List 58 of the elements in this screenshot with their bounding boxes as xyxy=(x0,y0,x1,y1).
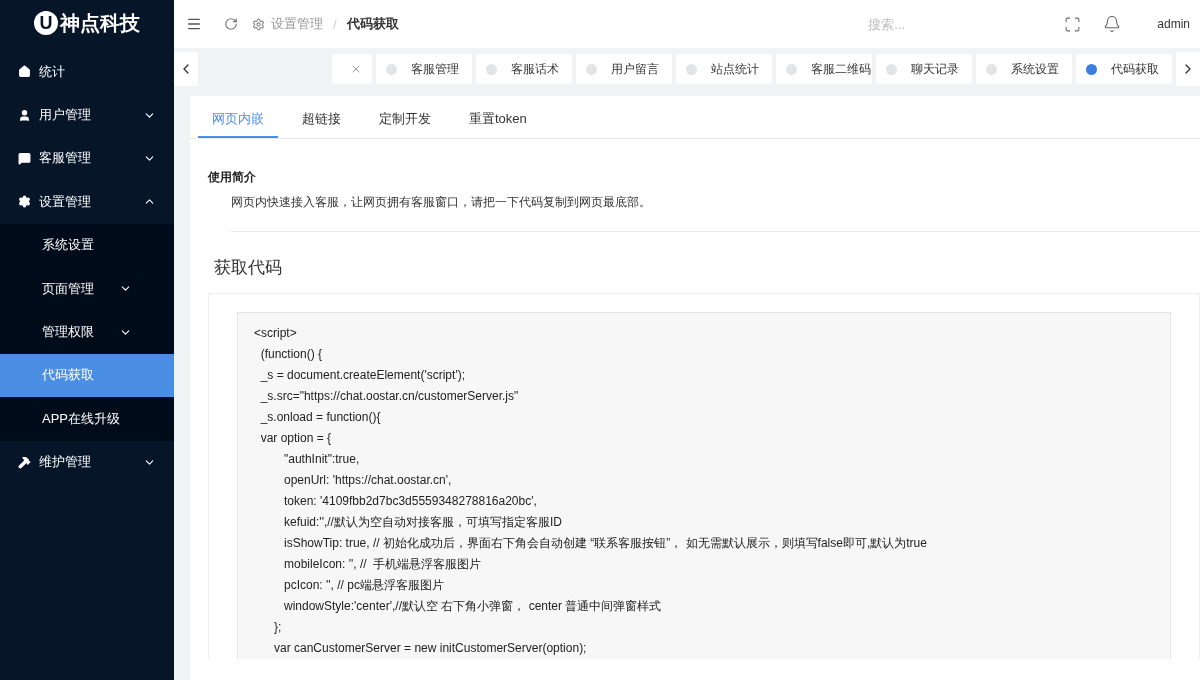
page-tab[interactable]: 站点统计 xyxy=(676,54,772,84)
code-line: <script> xyxy=(254,325,298,342)
sidebar-subitem[interactable]: 系统设置 xyxy=(0,223,174,267)
breadcrumb-item: 代码获取 xyxy=(346,15,399,33)
sidebar-subitem[interactable]: APP在线升级 xyxy=(0,397,174,441)
logo-mark: U xyxy=(34,11,58,35)
sidebar-subitem[interactable]: 管理权限 xyxy=(0,310,174,354)
sidebar-item[interactable]: 客服管理 xyxy=(0,136,174,181)
code-line: pcIcon: '', // pc端悬浮客服图片 xyxy=(283,577,445,594)
code-line: var canCustomerServer = new initCustomerServer(option); xyxy=(273,640,588,657)
hammer-icon xyxy=(18,455,31,469)
user-icon xyxy=(18,108,31,122)
code-line: var option = { xyxy=(259,430,333,447)
sidebar-item[interactable]: 统计 xyxy=(0,50,174,94)
code-line: (function() { xyxy=(259,346,324,363)
content-tab[interactable]: 超链接 xyxy=(288,102,355,138)
scroll-left-button[interactable] xyxy=(174,52,198,86)
code-line: isShowTip: true, // 初始化成功后，界面右下角会自动创建 “联系客服按钮”， 如无需默认展示，则填写false即可,默认为true xyxy=(283,535,928,552)
page-tab[interactable]: 代码获取 xyxy=(1076,54,1172,84)
page-tab[interactable]: 客服话术 xyxy=(476,54,572,84)
gear-icon xyxy=(18,195,31,209)
content-tab[interactable]: 网页内嵌 xyxy=(198,102,278,138)
page-tab[interactable]: 聊天记录 xyxy=(876,54,972,84)
intro-title: 使用简介 xyxy=(208,169,257,186)
sidebar-item[interactable]: 用户管理 xyxy=(0,93,174,137)
home-icon xyxy=(18,65,31,79)
sidebar-item[interactable]: 维护管理 xyxy=(0,440,174,484)
code-line: _s.src="https://chat.oostar.cn/customerServer.js" xyxy=(259,388,520,405)
close-icon[interactable] xyxy=(350,63,362,75)
code-line: windowStyle:'center',//默认空 右下角小弹窗， center 普通中间弹窗样式 xyxy=(283,598,663,615)
sidebar-subitem[interactable]: 页面管理 xyxy=(0,266,174,311)
page-tab[interactable]: 客服二维码 xyxy=(776,54,872,84)
user-name[interactable]: admin xyxy=(1157,17,1190,31)
page-tab[interactable]: 客服管理 xyxy=(376,54,472,84)
bell-icon[interactable] xyxy=(1103,15,1122,33)
content-tab[interactable]: 定制开发 xyxy=(365,102,445,138)
refresh-icon[interactable] xyxy=(224,17,238,31)
page-tab[interactable]: 系统设置 xyxy=(976,54,1072,84)
code-line: }; xyxy=(273,619,283,636)
intro-text: 网页内快速接入客服，让网页拥有客服窗口，请把一下代码复制到网页最底部。 xyxy=(231,194,1200,232)
breadcrumb-separator: / xyxy=(333,16,337,32)
page-tab[interactable]: 用户留言 xyxy=(576,54,672,84)
code-line: "authInit":true, xyxy=(283,451,361,468)
logo-name: 神点科技 xyxy=(60,10,140,36)
content-tab[interactable]: 重置token xyxy=(455,102,541,138)
gear-icon xyxy=(252,17,265,31)
code-line: mobileIcon: '', // 手机端悬浮客服图片 xyxy=(283,556,483,573)
chat-icon xyxy=(18,151,31,165)
menu-icon[interactable] xyxy=(186,16,202,32)
code-line: token: '4109fbb2d7bc3d5559348278816a20bc', xyxy=(283,493,538,510)
section-title: 获取代码 xyxy=(214,257,283,279)
code-line: _s = document.createElement('script'); xyxy=(259,367,466,384)
fullscreen-icon[interactable] xyxy=(1064,15,1082,33)
code-line: kefuid:'',//默认为空自动对接客服，可填写指定客服ID xyxy=(283,514,563,531)
code-line: openUrl: 'https://chat.oostar.cn', xyxy=(283,472,453,489)
code-line: _s.onload = function(){ xyxy=(259,409,382,426)
sidebar-item[interactable]: 设置管理 xyxy=(0,180,174,224)
scroll-right-button[interactable] xyxy=(1176,52,1200,86)
